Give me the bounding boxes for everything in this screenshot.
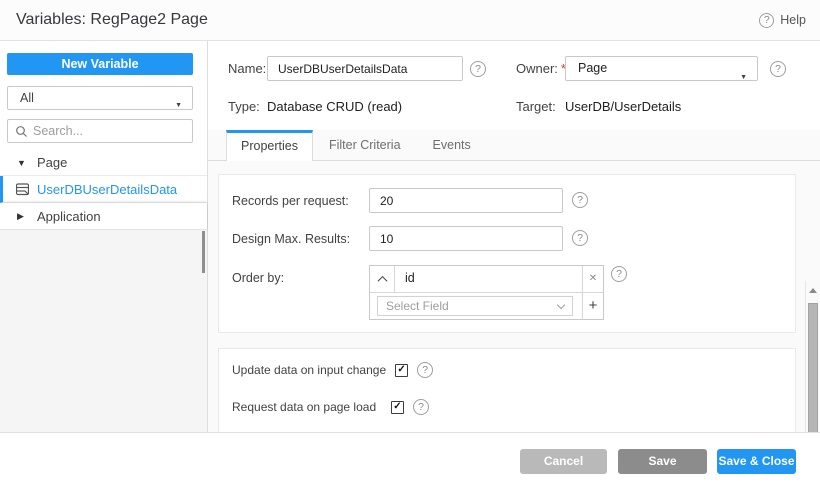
variable-search-box	[7, 119, 193, 143]
sidebar-empty-area	[0, 230, 207, 432]
request-on-load-checkbox[interactable]: ✓	[391, 401, 404, 414]
records-per-request-input[interactable]	[369, 188, 563, 213]
name-help-icon[interactable]: ?	[470, 61, 486, 77]
help-label: Help	[780, 13, 806, 27]
order-by-widget: id ✕ Select Field +	[369, 265, 604, 320]
variables-sidebar: New Variable All ▼ ▼ Page UserDBUserDeta…	[0, 41, 208, 432]
order-by-row: id ✕	[370, 266, 603, 292]
select-field-dropdown[interactable]: Select Field	[377, 296, 573, 316]
sidebar-item-variable[interactable]: UserDBUserDetailsData	[0, 176, 207, 203]
request-on-load-help-icon[interactable]: ?	[413, 399, 429, 415]
database-variable-icon	[16, 183, 29, 196]
owner-selected-value: Page	[578, 61, 607, 75]
order-by-field-value[interactable]: id	[395, 266, 582, 292]
help-button[interactable]: ? Help	[759, 0, 806, 40]
target-label: Target:	[516, 99, 556, 114]
owner-help-icon[interactable]: ?	[770, 61, 786, 77]
variables-dialog: Variables: RegPage2 Page ? Help New Vari…	[0, 0, 820, 486]
owner-select[interactable]: Page ▼	[565, 56, 758, 81]
sidebar-item-application-group[interactable]: ▶ Application	[0, 203, 207, 230]
order-by-help-icon[interactable]: ?	[611, 266, 627, 282]
caret-right-icon[interactable]: ▶	[17, 203, 24, 230]
chevron-up-icon	[377, 275, 387, 285]
properties-tab-content: Records per request: ? Design Max. Resul…	[208, 161, 820, 432]
check-icon: ✓	[393, 401, 401, 412]
select-field-placeholder: Select Field	[386, 299, 449, 313]
tab-properties[interactable]: Properties	[226, 130, 313, 161]
tab-filter-criteria[interactable]: Filter Criteria	[313, 130, 417, 161]
data-settings-group: Records per request: ? Design Max. Resul…	[218, 174, 796, 333]
update-on-input-row: Update data on input change ✓ ?	[232, 362, 433, 378]
owner-label: Owner:*	[516, 61, 566, 76]
type-value: Database CRUD (read)	[267, 99, 402, 114]
design-max-results-label: Design Max. Results:	[232, 232, 350, 247]
scroll-up-arrow-icon[interactable]	[809, 288, 817, 293]
variable-detail-panel: Name:* ? Owner:* Page ▼ ? Type: Database…	[208, 41, 820, 432]
save-button[interactable]: Save	[618, 449, 707, 474]
request-on-load-row: Request data on page load ✓ ?	[232, 399, 429, 415]
update-on-input-help-icon[interactable]: ?	[417, 362, 433, 378]
target-value: UserDB/UserDetails	[565, 99, 681, 114]
help-icon: ?	[759, 13, 774, 28]
update-on-input-label: Update data on input change	[232, 363, 386, 377]
search-input[interactable]	[33, 121, 188, 141]
page-group-label: Page	[37, 150, 67, 176]
add-order-field-button[interactable]: +	[582, 293, 603, 319]
tab-events[interactable]: Events	[417, 130, 487, 161]
dialog-footer: Cancel Save Save & Close	[0, 432, 820, 486]
sort-direction-button[interactable]	[370, 266, 395, 292]
design-max-results-help-icon[interactable]: ?	[572, 230, 588, 246]
chevron-down-icon: ▼	[740, 66, 747, 89]
name-input[interactable]	[267, 56, 463, 81]
add-order-field-row: Select Field +	[370, 292, 603, 319]
new-variable-button[interactable]: New Variable	[7, 53, 193, 75]
sidebar-scrollbar[interactable]	[202, 231, 205, 273]
chevron-down-icon	[557, 301, 565, 309]
update-on-input-checkbox[interactable]: ✓	[395, 364, 408, 377]
records-per-request-label: Records per request:	[232, 194, 349, 209]
search-icon	[15, 125, 28, 138]
chevron-down-icon: ▼	[175, 95, 182, 117]
scrollbar-thumb[interactable]	[808, 303, 818, 443]
select-field-wrap: Select Field	[370, 293, 582, 319]
check-icon: ✓	[397, 364, 405, 375]
order-by-label: Order by:	[232, 271, 284, 286]
filter-selected-value: All	[20, 91, 34, 105]
request-on-load-label: Request data on page load	[232, 400, 382, 414]
type-label: Type:	[228, 99, 260, 114]
tab-bar: Properties Filter Criteria Events	[208, 130, 820, 161]
application-group-label: Application	[37, 203, 101, 230]
selected-variable-label: UserDBUserDetailsData	[37, 176, 177, 203]
cancel-button[interactable]: Cancel	[520, 449, 607, 474]
save-and-close-button[interactable]: Save & Close	[717, 449, 796, 474]
caret-down-icon[interactable]: ▼	[17, 150, 26, 176]
records-per-request-help-icon[interactable]: ?	[572, 192, 588, 208]
design-max-results-input[interactable]	[369, 226, 563, 251]
variable-filter-select[interactable]: All ▼	[7, 86, 193, 110]
page-title: Variables: RegPage2 Page	[16, 0, 208, 40]
behavior-settings-group: Update data on input change ✓ ? Request …	[218, 348, 796, 438]
sidebar-item-page-group[interactable]: ▼ Page	[0, 150, 207, 176]
dialog-header: Variables: RegPage2 Page ? Help	[0, 0, 820, 41]
remove-order-field-button[interactable]: ✕	[582, 266, 603, 292]
